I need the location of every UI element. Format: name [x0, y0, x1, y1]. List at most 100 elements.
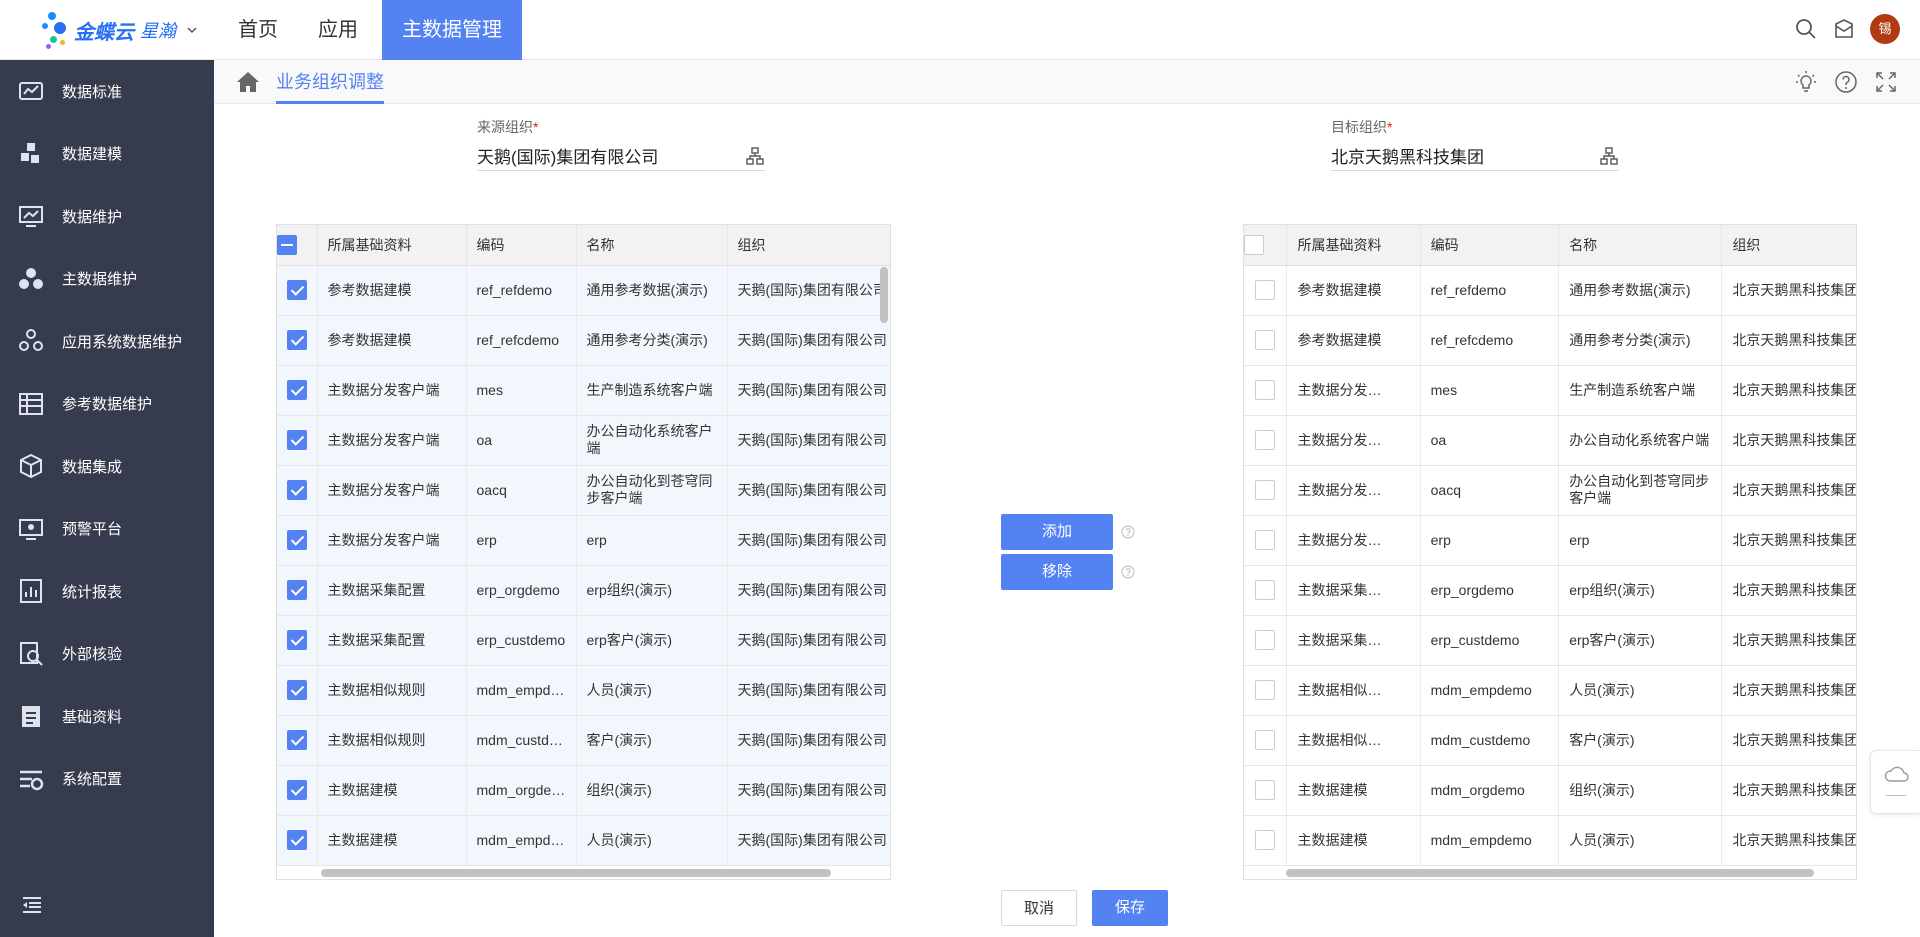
row-checkbox[interactable] — [277, 515, 318, 566]
cancel-button[interactable]: 取消 — [1001, 890, 1077, 926]
table-row[interactable]: 主数据采集… erp_custdemo erp客户(演示) 北京天鹅黑科技集团 — [1244, 615, 1856, 666]
sidebar-item-reference-data[interactable]: 参考数据维护 — [0, 373, 214, 436]
save-button[interactable]: 保存 — [1092, 890, 1168, 926]
row-checkbox[interactable] — [277, 365, 318, 416]
vertical-scrollbar[interactable] — [880, 267, 888, 323]
table-row[interactable]: 主数据分发… oacq 办公自动化到苍穹同步客户端 北京天鹅黑科技集团 — [1244, 465, 1856, 516]
table-row[interactable]: 主数据相似规则 mdm_empdemo 人员(演示) 天鹅(国际)集团有限公司 — [277, 665, 890, 716]
row-checkbox[interactable] — [1244, 415, 1288, 466]
nav-master-data[interactable]: 主数据管理 — [382, 0, 522, 60]
sidebar-item-system-config[interactable]: 系统配置 — [0, 748, 214, 811]
name-cell: 通用参考分类(演示) — [1558, 315, 1723, 366]
table-row[interactable]: 主数据分发… erp erp 北京天鹅黑科技集团 — [1244, 515, 1856, 566]
horizontal-scrollbar[interactable] — [1286, 869, 1814, 877]
row-checkbox[interactable] — [277, 465, 318, 516]
lightbulb-icon[interactable] — [1794, 70, 1818, 94]
row-checkbox[interactable] — [277, 415, 318, 466]
table-row[interactable]: 主数据建模 mdm_orgdemo 组织(演示) 天鹅(国际)集团有限公司 — [277, 765, 890, 816]
sidebar-item-app-system[interactable]: 应用系统数据维护 — [0, 310, 214, 373]
sidebar-item-data-standard[interactable]: 数据标准 — [0, 60, 214, 123]
help-icon[interactable] — [1121, 525, 1135, 539]
app-logo[interactable]: 金蝶云 星瀚 — [40, 10, 198, 50]
sidebar-item-data-maintenance[interactable]: 数据维护 — [0, 185, 214, 248]
column-header[interactable]: 编码 — [1420, 225, 1560, 266]
row-checkbox[interactable] — [277, 615, 318, 666]
sidebar-item-alert-platform[interactable]: 预警平台 — [0, 498, 214, 561]
row-checkbox[interactable] — [1244, 515, 1288, 566]
source-org-input[interactable]: 天鹅(国际)集团有限公司 — [477, 141, 765, 171]
add-button[interactable]: 添加 — [1001, 514, 1113, 550]
table-row[interactable]: 主数据采集配置 erp_orgdemo erp组织(演示) 天鹅(国际)集团有限公司 — [277, 565, 890, 616]
row-checkbox[interactable] — [277, 315, 318, 366]
nav-apps[interactable]: 应用 — [302, 0, 374, 60]
column-header[interactable]: 组织 — [1721, 225, 1856, 266]
row-checkbox[interactable] — [1244, 615, 1288, 666]
row-checkbox[interactable] — [277, 565, 318, 616]
row-checkbox[interactable] — [277, 815, 318, 866]
table-row[interactable]: 参考数据建模 ref_refcdemo 通用参考分类(演示) 北京天鹅黑科技集团 — [1244, 315, 1856, 366]
cloud-widget[interactable] — [1870, 750, 1920, 814]
tab-business-org-adjust[interactable]: 业务组织调整 — [276, 60, 384, 104]
column-header[interactable]: 所属基础资料 — [317, 225, 467, 266]
column-header[interactable]: 名称 — [1558, 225, 1723, 266]
row-checkbox[interactable] — [1244, 465, 1288, 516]
row-checkbox[interactable] — [1244, 765, 1288, 816]
row-checkbox[interactable] — [1244, 665, 1288, 716]
table-row[interactable]: 主数据分发客户端 oa 办公自动化系统客户端 天鹅(国际)集团有限公司 — [277, 415, 890, 466]
sidebar-item-master-data[interactable]: 主数据维护 — [0, 248, 214, 311]
home-icon[interactable] — [236, 71, 260, 93]
horizontal-scrollbar[interactable] — [321, 869, 831, 877]
table-row[interactable]: 参考数据建模 ref_refdemo 通用参考数据(演示) 北京天鹅黑科技集团 — [1244, 265, 1856, 316]
fullscreen-icon[interactable] — [1874, 70, 1898, 94]
row-checkbox[interactable] — [1244, 365, 1288, 416]
avatar[interactable]: 锡 — [1870, 14, 1900, 44]
row-checkbox[interactable] — [1244, 565, 1288, 616]
sidebar-item-report[interactable]: 统计报表 — [0, 560, 214, 623]
help-icon[interactable] — [1121, 565, 1135, 579]
row-checkbox[interactable] — [277, 765, 318, 816]
row-checkbox[interactable] — [277, 665, 318, 716]
collapse-menu-icon[interactable] — [20, 893, 44, 917]
select-all-checkbox[interactable] — [277, 225, 318, 266]
table-row[interactable]: 主数据相似… mdm_custdemo 客户(演示) 北京天鹅黑科技集团 — [1244, 715, 1856, 766]
message-icon[interactable] — [1832, 17, 1856, 41]
table-row[interactable]: 主数据相似规则 mdm_custdemo 客户(演示) 天鹅(国际)集团有限公司 — [277, 715, 890, 766]
help-icon[interactable] — [1834, 70, 1858, 94]
table-row[interactable]: 主数据建模 mdm_empdemo 人员(演示) 天鹅(国际)集团有限公司 — [277, 815, 890, 866]
column-header[interactable]: 组织 — [727, 225, 890, 266]
column-header[interactable]: 编码 — [466, 225, 577, 266]
sidebar-item-external-verify[interactable]: 外部核验 — [0, 623, 214, 686]
nav-home[interactable]: 首页 — [222, 0, 294, 60]
table-row[interactable]: 主数据分发… oa 办公自动化系统客户端 北京天鹅黑科技集团 — [1244, 415, 1856, 466]
remove-button[interactable]: 移除 — [1001, 554, 1113, 590]
row-checkbox[interactable] — [1244, 315, 1288, 366]
table-row[interactable]: 参考数据建模 ref_refdemo 通用参考数据(演示) 天鹅(国际)集团有限公司 — [277, 265, 890, 316]
table-row[interactable]: 参考数据建模 ref_refcdemo 通用参考分类(演示) 天鹅(国际)集团有限公司 — [277, 315, 890, 366]
sidebar-item-data-integration[interactable]: 数据集成 — [0, 435, 214, 498]
table-row[interactable]: 主数据采集… erp_orgdemo erp组织(演示) 北京天鹅黑科技集团 — [1244, 565, 1856, 616]
row-checkbox[interactable] — [277, 265, 318, 316]
table-row[interactable]: 主数据建模 mdm_empdemo 人员(演示) 北京天鹅黑科技集团 — [1244, 815, 1856, 866]
select-all-checkbox[interactable] — [1244, 225, 1288, 266]
row-checkbox[interactable] — [1244, 265, 1288, 316]
row-checkbox[interactable] — [277, 715, 318, 766]
org-tree-icon[interactable] — [745, 146, 765, 166]
column-header[interactable]: 所属基础资料 — [1286, 225, 1421, 266]
chevron-down-icon[interactable] — [186, 24, 198, 36]
row-checkbox[interactable] — [1244, 815, 1288, 866]
search-icon[interactable] — [1794, 17, 1818, 41]
table-row[interactable]: 主数据采集配置 erp_custdemo erp客户(演示) 天鹅(国际)集团有限公司 — [277, 615, 890, 666]
table-row[interactable]: 主数据相似… mdm_empdemo 人员(演示) 北京天鹅黑科技集团 — [1244, 665, 1856, 716]
sidebar-item-data-modeling[interactable]: 数据建模 — [0, 123, 214, 186]
sidebar-item-base-data[interactable]: 基础资料 — [0, 685, 214, 748]
table-row[interactable]: 主数据分发客户端 erp erp 天鹅(国际)集团有限公司 — [277, 515, 890, 566]
column-header[interactable]: 名称 — [576, 225, 728, 266]
row-checkbox[interactable] — [1244, 715, 1288, 766]
table-row[interactable]: 主数据分发客户端 oacq 办公自动化到苍穹同步客户端 天鹅(国际)集团有限公司 — [277, 465, 890, 516]
org-tree-icon[interactable] — [1599, 146, 1619, 166]
target-org-input[interactable]: 北京天鹅黑科技集团 — [1331, 141, 1619, 171]
table-row[interactable]: 主数据建模 mdm_orgdemo 组织(演示) 北京天鹅黑科技集团 — [1244, 765, 1856, 816]
table-row[interactable]: 主数据分发客户端 mes 生产制造系统客户端 天鹅(国际)集团有限公司 — [277, 365, 890, 416]
name-cell: erp客户(演示) — [1558, 615, 1723, 666]
table-row[interactable]: 主数据分发… mes 生产制造系统客户端 北京天鹅黑科技集团 — [1244, 365, 1856, 416]
